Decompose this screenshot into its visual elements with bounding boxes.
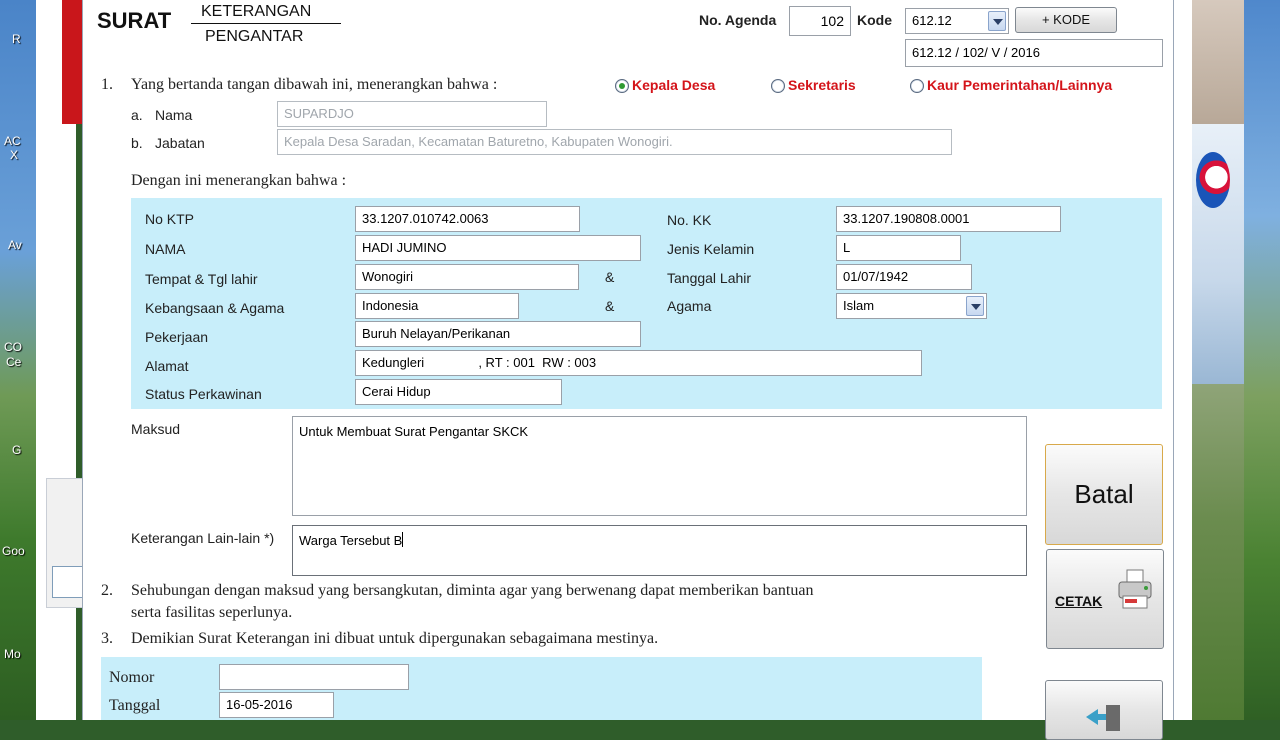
- agama-select[interactable]: Islam: [836, 293, 987, 319]
- desktop-icon-label[interactable]: Mo: [4, 647, 21, 661]
- nama-input[interactable]: HADI JUMINO: [355, 235, 641, 261]
- nomor-surat-field[interactable]: 612.12 / 102/ V / 2016: [905, 39, 1163, 67]
- nomor-input[interactable]: [219, 664, 409, 690]
- batal-button[interactable]: Batal: [1045, 444, 1163, 545]
- surat-keterangan-form: SURAT KETERANGAN PENGANTAR No. Agenda 10…: [82, 0, 1174, 740]
- jabatan-prefix: b.: [131, 135, 143, 151]
- ttl-label: Tempat & Tgl lahir: [145, 271, 258, 287]
- ktp-label: No KTP: [145, 211, 195, 227]
- ktp-input[interactable]: 33.1207.010742.0063: [355, 206, 580, 232]
- form-title-pengantar: PENGANTAR: [205, 28, 304, 45]
- desktop-background-right: [1244, 0, 1280, 720]
- desktop-icon-label[interactable]: Ce: [6, 355, 21, 369]
- radio-sekretaris-label[interactable]: Sekretaris: [788, 77, 856, 93]
- kk-label: No. KK: [667, 212, 712, 228]
- jenis-kelamin-label: Jenis Kelamin: [667, 241, 755, 257]
- agenda-input[interactable]: 102: [789, 6, 851, 36]
- tanggal-lahir-input[interactable]: 01/07/1942: [836, 264, 972, 290]
- kebangsaan-label: Kebangsaan & Agama: [145, 300, 285, 316]
- intro-text: Dengan ini menerangkan bahwa :: [131, 172, 347, 189]
- keluar-button[interactable]: [1045, 680, 1163, 740]
- title-divider: [191, 23, 341, 24]
- cetak-button[interactable]: CETAK: [1046, 549, 1164, 649]
- status-perkawinan-input[interactable]: Cerai Hidup: [355, 379, 562, 405]
- tanggal-input[interactable]: 16-05-2016: [219, 692, 334, 718]
- tanggal-label: Tanggal: [109, 697, 161, 714]
- section-number: 2.: [101, 582, 113, 599]
- exit-door-icon: [1086, 705, 1120, 731]
- alamat-label: Alamat: [145, 358, 189, 374]
- nama-label: NAMA: [145, 241, 186, 257]
- desktop-icon-label[interactable]: Goo: [2, 544, 25, 558]
- background-window-photo: [1192, 0, 1244, 124]
- ampersand: &: [605, 298, 615, 314]
- radio-kaur[interactable]: [910, 79, 924, 93]
- radio-sekretaris[interactable]: [771, 79, 785, 93]
- desktop-icon-label[interactable]: X: [10, 148, 18, 162]
- add-kode-button[interactable]: + KODE: [1015, 7, 1117, 33]
- maksud-label: Maksud: [131, 421, 181, 437]
- background-window-landscape: [1192, 384, 1244, 720]
- penandatangan-nama-label: Nama: [155, 107, 193, 123]
- tempat-lahir-input[interactable]: Wonogiri: [355, 264, 579, 290]
- kebangsaan-input[interactable]: Indonesia: [355, 293, 519, 319]
- chevron-down-icon[interactable]: [988, 11, 1006, 31]
- radio-kepala-desa[interactable]: [615, 79, 629, 93]
- background-window-banner: [62, 0, 82, 124]
- alamat-input[interactable]: Kedungleri , RT : 001 RW : 003: [355, 350, 922, 376]
- kode-select[interactable]: 612.12: [905, 8, 1009, 34]
- desktop-icon-label[interactable]: Av: [8, 238, 22, 252]
- maksud-textarea[interactable]: Untuk Membuat Surat Pengantar SKCK: [292, 416, 1027, 516]
- radio-kepala-desa-label[interactable]: Kepala Desa: [632, 77, 715, 93]
- cetak-label: CETAK: [1055, 593, 1103, 609]
- status-perkawinan-label: Status Perkawinan: [145, 386, 262, 402]
- keterangan-text: Warga Tersebut B: [299, 533, 403, 548]
- jabatan-field[interactable]: Kepala Desa Saradan, Kecamatan Baturetno…: [277, 129, 952, 155]
- tanggal-lahir-label: Tanggal Lahir: [667, 270, 752, 286]
- jenis-kelamin-input[interactable]: L: [836, 235, 961, 261]
- agama-select-value: Islam: [843, 298, 875, 313]
- desktop-icon-label[interactable]: G: [12, 443, 21, 457]
- section2-line1: Sehubungan dengan maksud yang bersangkut…: [131, 582, 814, 599]
- agenda-label: No. Agenda: [699, 12, 777, 28]
- nama-prefix: a.: [131, 107, 143, 123]
- radio-kaur-label[interactable]: Kaur Pemerintahan/Lainnya: [927, 77, 1112, 93]
- section1-text: Yang bertanda tangan dibawah ini, menera…: [131, 76, 498, 93]
- nomor-label: Nomor: [109, 669, 155, 686]
- kk-input[interactable]: 33.1207.190808.0001: [836, 206, 1061, 232]
- form-title-surat: SURAT: [97, 8, 172, 33]
- text-cursor: [402, 532, 404, 547]
- pekerjaan-label: Pekerjaan: [145, 329, 209, 345]
- desktop-icon-label[interactable]: AC: [4, 134, 21, 148]
- agama-label: Agama: [667, 298, 712, 314]
- keterangan-textarea[interactable]: Warga Tersebut B: [292, 525, 1027, 576]
- keterangan-label: Keterangan Lain-lain *): [131, 530, 275, 546]
- desktop-icon-label[interactable]: CO: [4, 340, 22, 354]
- desktop-icon-label[interactable]: R: [12, 32, 21, 46]
- pekerjaan-input[interactable]: Buruh Nelayan/Perikanan: [355, 321, 641, 347]
- kode-label: Kode: [857, 12, 892, 28]
- kode-select-value: 612.12: [912, 13, 952, 28]
- section-number: 1.: [101, 76, 113, 93]
- jabatan-label: Jabatan: [155, 135, 205, 151]
- form-title-keterangan: KETERANGAN: [201, 3, 312, 20]
- logo-icon: [1196, 152, 1230, 208]
- background-window-field: [52, 566, 82, 598]
- section3-text: Demikian Surat Keterangan ini dibuat unt…: [131, 630, 659, 647]
- penandatangan-nama-field[interactable]: SUPARDJO: [277, 101, 547, 127]
- section2-line2: serta fasilitas seperlunya.: [131, 604, 293, 621]
- ampersand: &: [605, 269, 615, 285]
- printer-icon: [1118, 569, 1152, 609]
- section-number: 3.: [101, 630, 113, 647]
- chevron-down-icon[interactable]: [966, 296, 984, 316]
